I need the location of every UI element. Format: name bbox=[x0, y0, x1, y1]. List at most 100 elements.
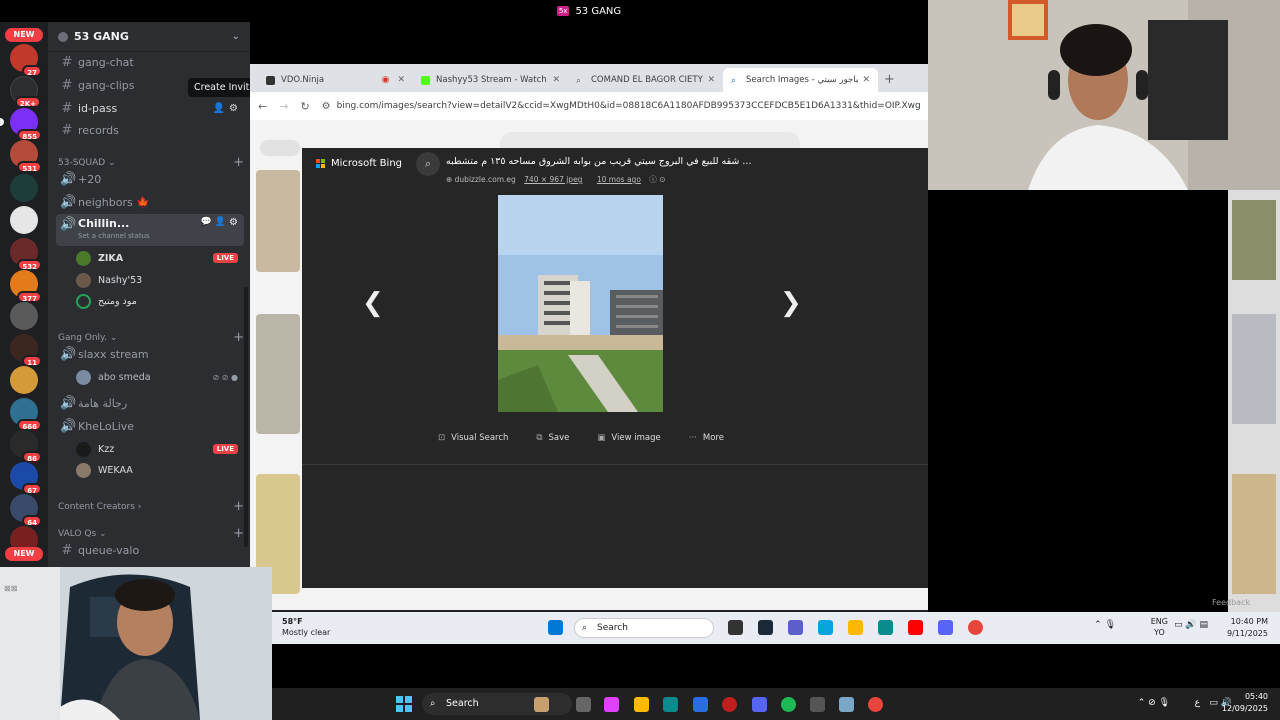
tab-vdo-ninja[interactable]: VDO.Ninja ◉ ✕ bbox=[258, 68, 413, 92]
task-view-icon[interactable] bbox=[728, 620, 743, 635]
info-icon[interactable]: ⓘ bbox=[649, 175, 657, 184]
voice-user-arabic[interactable]: مود ومتيح bbox=[76, 291, 246, 311]
server-icon[interactable] bbox=[10, 366, 38, 394]
voice-user-kzz[interactable]: Kzz LIVE bbox=[76, 439, 246, 459]
voice-user-wekaa[interactable]: WEKAA bbox=[76, 460, 246, 480]
edge-icon[interactable] bbox=[878, 620, 893, 635]
view-image-button[interactable]: ▣ View image bbox=[597, 433, 660, 443]
discord-icon[interactable] bbox=[752, 697, 767, 712]
voice-user-abo-smeda[interactable]: abo smeda ⊘ ⊘ ● bbox=[76, 367, 246, 387]
server-icon[interactable] bbox=[10, 302, 38, 330]
server-icon[interactable]: 532 bbox=[10, 238, 42, 271]
chevron-down-icon[interactable]: ⌄ bbox=[232, 31, 240, 42]
close-icon[interactable]: ✕ bbox=[552, 75, 560, 85]
store-icon[interactable] bbox=[693, 697, 708, 712]
server-icon[interactable]: 64 bbox=[10, 494, 42, 527]
gear-icon[interactable]: ⚙ bbox=[229, 217, 238, 228]
network-volume-icon[interactable]: ▭ 🔊 ▤ bbox=[1174, 620, 1208, 630]
close-icon[interactable]: ✕ bbox=[397, 75, 405, 85]
microsoft-bing-logo[interactable]: Microsoft Bing bbox=[316, 158, 402, 169]
edge-icon[interactable] bbox=[663, 697, 678, 712]
obs-icon[interactable] bbox=[810, 697, 825, 712]
site-info-icon[interactable]: ⚙ bbox=[322, 101, 331, 112]
category-content-creators[interactable]: Content Creators › + bbox=[58, 499, 244, 514]
back-icon[interactable]: ← bbox=[258, 100, 267, 113]
main-image[interactable] bbox=[498, 195, 663, 412]
chrome-icon[interactable] bbox=[968, 620, 983, 635]
file-explorer-icon[interactable] bbox=[848, 620, 863, 635]
add-member-icon[interactable]: 👤 bbox=[215, 217, 226, 227]
result-thumbnail[interactable] bbox=[1232, 314, 1276, 424]
voice-channel-slaxx[interactable]: 🔊 slaxx stream bbox=[56, 343, 244, 365]
gear-icon[interactable]: ⚙ bbox=[229, 103, 238, 114]
spotify-icon[interactable] bbox=[781, 697, 796, 712]
add-member-icon[interactable]: 👤 bbox=[213, 103, 225, 114]
close-icon[interactable]: ✕ bbox=[862, 75, 870, 85]
taskbar-search[interactable]: ⌕ Search bbox=[422, 693, 572, 715]
server-icon[interactable]: 666 bbox=[10, 398, 42, 431]
server-icon[interactable]: 855 bbox=[10, 108, 42, 141]
copilot-icon[interactable] bbox=[604, 697, 619, 712]
taskbar-search[interactable]: ⌕ Search bbox=[574, 618, 714, 638]
new-tab-button[interactable]: + bbox=[878, 72, 901, 92]
weather-widget[interactable]: 58°F Mostly clear bbox=[282, 616, 330, 638]
host-clock[interactable]: 05:40 12/09/2025 bbox=[1222, 691, 1268, 715]
server-icon[interactable]: 377 bbox=[10, 270, 42, 303]
voice-user-zika[interactable]: ZIKA LIVE bbox=[76, 248, 246, 268]
app-icon[interactable] bbox=[839, 697, 854, 712]
voice-channel-neighbors[interactable]: 🔊 neighbors 🍁 bbox=[56, 191, 244, 213]
image-title[interactable]: شقه للبيع في البروج سيتي قريب من بوابه ا… bbox=[446, 156, 751, 167]
result-thumbnail[interactable] bbox=[256, 314, 300, 434]
server-header[interactable]: 53 GANG ⌄ bbox=[48, 22, 250, 52]
task-view-icon[interactable] bbox=[576, 697, 591, 712]
channel-queue-valo[interactable]: # queue-valo bbox=[56, 539, 244, 561]
result-thumbnail[interactable] bbox=[256, 170, 300, 272]
feedback-link[interactable]: Feedback bbox=[1212, 598, 1250, 607]
server-icon[interactable]: 531 bbox=[10, 140, 42, 173]
save-button[interactable]: ⧉ Save bbox=[536, 433, 569, 443]
app-icon[interactable] bbox=[722, 697, 737, 712]
server-icon[interactable]: 11 bbox=[10, 334, 42, 367]
new-pill-bottom[interactable]: NEW bbox=[5, 547, 43, 561]
server-icon[interactable] bbox=[10, 174, 38, 202]
tab-search-images[interactable]: ⌕Search Images - الباجور سيتي✕ bbox=[723, 68, 878, 92]
inner-clock[interactable]: 10:40 PM 9/11/2025 bbox=[1227, 616, 1268, 640]
result-thumbnail[interactable] bbox=[1232, 474, 1276, 594]
server-icon[interactable]: 2K+ bbox=[10, 76, 41, 108]
channel-records[interactable]: # records bbox=[56, 119, 244, 141]
close-icon[interactable]: ✕ bbox=[707, 75, 715, 85]
more-icon[interactable]: ⊙ bbox=[659, 175, 665, 184]
language-indicator[interactable]: ENG YO bbox=[1151, 616, 1168, 638]
voice-channel-arabic-men[interactable]: 🔊 رجالة هامة bbox=[56, 392, 244, 414]
forward-icon[interactable]: → bbox=[279, 100, 288, 113]
visual-search-button[interactable]: ⊡ Visual Search bbox=[438, 433, 508, 443]
channel-id-pass[interactable]: # id-pass 👤 ⚙ bbox=[56, 97, 244, 119]
server-icon[interactable] bbox=[10, 206, 38, 234]
sidebar-scrollbar[interactable] bbox=[244, 287, 248, 547]
server-icon[interactable]: 27 bbox=[10, 44, 42, 77]
add-channel-icon[interactable]: + bbox=[233, 499, 244, 514]
tray-icons[interactable]: ⌃ ⊘ 🎙 bbox=[1138, 698, 1170, 708]
windows-start-icon[interactable] bbox=[548, 620, 563, 635]
voice-channel-khelolive[interactable]: 🔊 KheLoLive bbox=[56, 415, 244, 437]
copilot-icon[interactable] bbox=[818, 620, 833, 635]
voice-channel-chillin[interactable]: 🔊 Chillin... Set a channel status 💬 👤 ⚙ bbox=[56, 214, 244, 246]
steam-icon[interactable] bbox=[758, 620, 773, 635]
file-explorer-icon[interactable] bbox=[634, 697, 649, 712]
url-field[interactable]: bing.com/images/search?view=detailV2&cci… bbox=[337, 101, 920, 111]
channel-gang-chat[interactable]: # gang-chat bbox=[56, 51, 244, 73]
previous-image-arrow[interactable]: ❮ bbox=[362, 288, 384, 318]
tab-kick-stream[interactable]: Nashyy53 Stream - Watch Live✕ bbox=[413, 68, 568, 92]
voice-user-nashy[interactable]: Nashy'53 bbox=[76, 270, 246, 290]
windows-start-icon[interactable] bbox=[396, 696, 412, 712]
result-thumbnail[interactable] bbox=[1232, 200, 1276, 280]
discord-icon[interactable] bbox=[938, 620, 953, 635]
filter-chip[interactable] bbox=[260, 140, 300, 156]
reload-icon[interactable]: ↻ bbox=[300, 100, 309, 113]
server-icon[interactable]: 86 bbox=[10, 430, 42, 463]
teams-icon[interactable] bbox=[788, 620, 803, 635]
youtube-icon[interactable] bbox=[908, 620, 923, 635]
language-indicator[interactable]: ع bbox=[1195, 698, 1200, 708]
server-icon[interactable]: 67 bbox=[10, 462, 42, 495]
chrome-icon[interactable] bbox=[868, 697, 883, 712]
